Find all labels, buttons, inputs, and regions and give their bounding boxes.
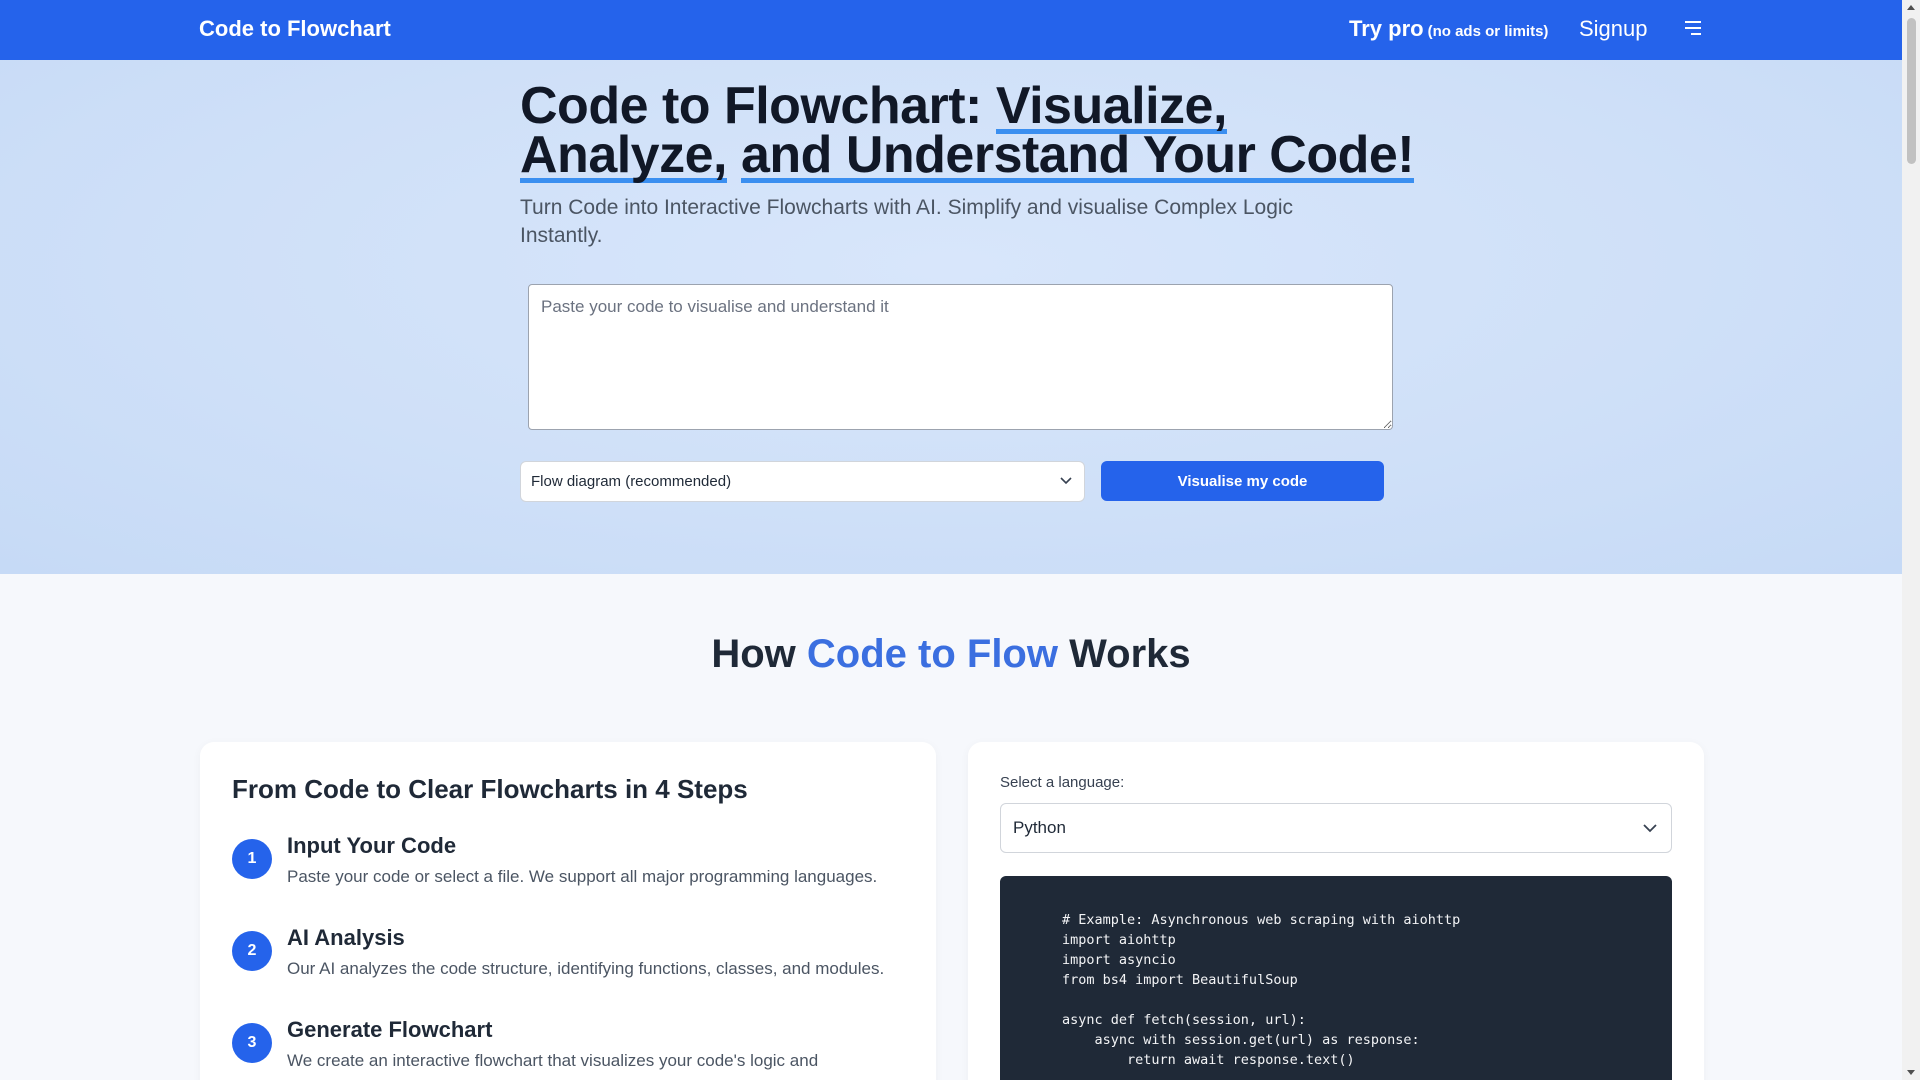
hero-title-highlight-understand: and Understand Your Code! bbox=[740, 126, 1415, 184]
how-title-accent: Code to Flow bbox=[806, 632, 1058, 676]
step-title: Generate Flowchart bbox=[287, 1017, 493, 1042]
hero-section: Code to Flowchart: Visualize, Analyze, an… bbox=[0, 60, 1902, 574]
example-code-text: # Example: Asynchronous web scraping wit… bbox=[1062, 912, 1461, 1068]
menu-icon[interactable] bbox=[1683, 19, 1703, 37]
scroll-up-arrow-icon[interactable] bbox=[1907, 5, 1915, 10]
step-description: We create an interactive flowchart that … bbox=[287, 1051, 819, 1070]
hero-title: Code to Flowchart: Visualize, Analyze, an… bbox=[520, 77, 1420, 184]
chevron-down-icon bbox=[1643, 824, 1657, 833]
step-description: Our AI analyzes the code structure, iden… bbox=[287, 959, 885, 978]
step-description: Paste your code or select a file. We sup… bbox=[287, 867, 878, 886]
steps-card-title: From Code to Clear Flowcharts in 4 Steps bbox=[232, 774, 748, 804]
code-input-textarea[interactable] bbox=[528, 284, 1393, 430]
diagram-type-select[interactable]: Flow diagram (recommended) bbox=[520, 461, 1085, 502]
try-pro-label: Try pro bbox=[1349, 16, 1424, 41]
hero-subtitle: Turn Code into Interactive Flowcharts wi… bbox=[520, 196, 1294, 247]
visualise-code-button[interactable]: Visualise my code bbox=[1101, 461, 1384, 501]
chevron-down-icon bbox=[1060, 477, 1072, 485]
top-nav-bar: Code to Flowchart Try pro (no ads or limi… bbox=[0, 0, 1902, 60]
signup-link[interactable]: Signup bbox=[1579, 16, 1648, 42]
step-number-badge: 2 bbox=[232, 931, 272, 971]
hero-title-space bbox=[727, 126, 741, 184]
brand-logo-link[interactable]: Code to Flowchart bbox=[199, 16, 391, 42]
language-select[interactable]: Python bbox=[1000, 803, 1672, 853]
example-code-card: Select a language: Python # Example: Asy… bbox=[968, 742, 1704, 1080]
language-select-label: Select a language: bbox=[1000, 774, 1125, 791]
page-scrollbar[interactable] bbox=[1902, 0, 1920, 1080]
how-title-post: Works bbox=[1057, 632, 1191, 676]
step-title: Input Your Code bbox=[287, 833, 457, 858]
language-select-value: Python bbox=[1013, 818, 1066, 837]
steps-card: From Code to Clear Flowcharts in 4 Steps… bbox=[200, 742, 936, 1080]
how-it-works-title: How Code to Flow Works bbox=[0, 632, 1902, 677]
hero-title-highlight-analyze: Analyze, bbox=[520, 126, 727, 184]
how-title-pre: How bbox=[711, 632, 807, 676]
step-number-badge: 3 bbox=[232, 1023, 272, 1063]
scroll-down-arrow-icon[interactable] bbox=[1907, 1070, 1915, 1075]
example-code-block: # Example: Asynchronous web scraping wit… bbox=[1000, 876, 1672, 1080]
diagram-type-value: Flow diagram (recommended) bbox=[531, 473, 732, 490]
step-number-badge: 1 bbox=[232, 839, 272, 879]
step-title: AI Analysis bbox=[287, 925, 405, 950]
try-pro-link[interactable]: Try pro (no ads or limits) bbox=[1349, 16, 1548, 42]
scrollbar-thumb[interactable] bbox=[1907, 18, 1916, 164]
try-pro-sublabel: (no ads or limits) bbox=[1427, 23, 1549, 40]
